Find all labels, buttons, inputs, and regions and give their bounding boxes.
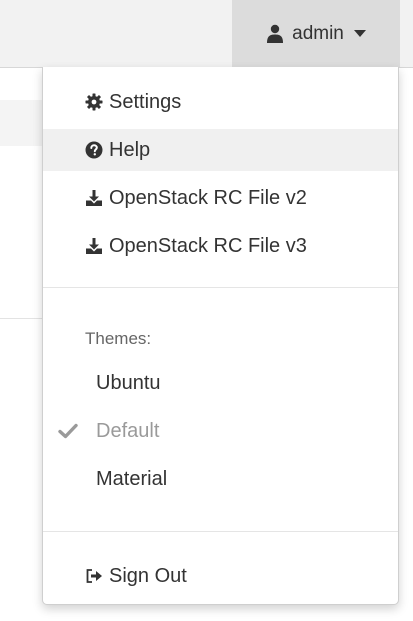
menu-item-settings[interactable]: Settings [43, 81, 398, 123]
question-circle-icon [85, 141, 103, 159]
theme-option-material[interactable]: Material [43, 459, 398, 499]
theme-option-label: Material [96, 467, 168, 490]
download-icon [86, 238, 102, 254]
user-menu-toggle[interactable]: admin [232, 0, 400, 67]
menu-item-label: Settings [109, 90, 182, 113]
top-navbar: admin [0, 0, 413, 68]
background-divider [0, 318, 44, 319]
menu-divider [43, 531, 398, 532]
menu-item-label: OpenStack RC File v2 [109, 186, 307, 209]
download-icon [86, 190, 102, 206]
check-icon [58, 423, 78, 439]
menu-divider [43, 287, 398, 288]
menu-item-rc-file-v2[interactable]: OpenStack RC File v2 [43, 177, 398, 219]
user-icon [267, 24, 284, 43]
sign-out-icon [86, 569, 102, 583]
background-content-band [0, 100, 44, 146]
gear-icon [85, 93, 103, 111]
user-dropdown-menu: Settings Help OpenStack RC File v2 OpenS… [42, 67, 399, 605]
menu-item-rc-file-v3[interactable]: OpenStack RC File v3 [43, 225, 398, 267]
sign-out-link[interactable]: Sign Out [43, 555, 398, 597]
menu-item-help[interactable]: Help [43, 129, 398, 171]
menu-item-label: OpenStack RC File v3 [109, 234, 307, 257]
caret-down-icon [353, 29, 366, 37]
menu-item-label: Help [109, 138, 151, 161]
page: admin Settings Help OpenStack RC File v2… [0, 0, 413, 621]
user-name: admin [292, 22, 344, 44]
sign-out-label: Sign Out [109, 564, 187, 587]
theme-option-label: Default [96, 419, 160, 442]
theme-option-default[interactable]: Default [43, 411, 398, 451]
theme-option-ubuntu[interactable]: Ubuntu [43, 363, 398, 403]
theme-option-label: Ubuntu [96, 371, 161, 394]
themes-header: Themes: [85, 329, 152, 348]
